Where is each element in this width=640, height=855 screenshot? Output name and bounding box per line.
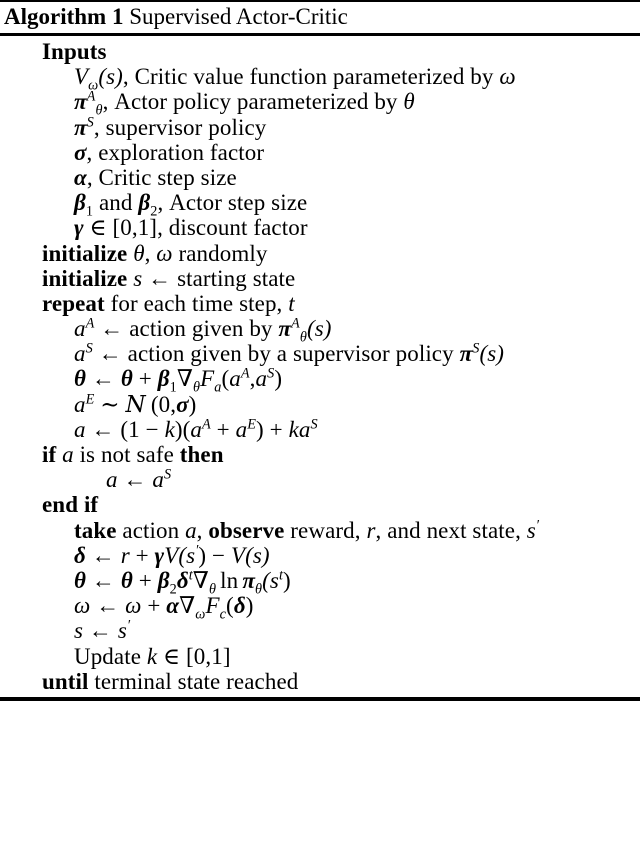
- line-safe-fallback: a ← aS: [106, 466, 172, 493]
- line-action-mix: a ← (1 − k)(aA + aE) + kaS: [74, 416, 318, 442]
- line-input-beta: β1 and β2, Actor step size: [74, 190, 308, 220]
- line-end-if: end if: [42, 492, 99, 518]
- line-until: until terminal state reached: [42, 668, 299, 694]
- line-td-error: δ ← r + γV(s′) − V(s): [74, 542, 270, 568]
- line-omega-update: ω ← ω + α∇ωFc(δ): [74, 593, 254, 623]
- line-input-gamma: γ ∈ [0,1], discount factor: [74, 215, 308, 241]
- line-actor-action: aA ← action given by πAθ(s): [74, 315, 332, 346]
- line-exploration-noise: aE ∼ N (0,σ): [74, 390, 197, 418]
- line-inputs-header: Inputs: [42, 39, 107, 64]
- algorithm-name: Supervised Actor-Critic: [129, 4, 348, 29]
- line-theta-update-actor: θ ← θ + β1∇θFa(aA,aS): [74, 365, 283, 397]
- line-input-alpha: α, Critic step size: [74, 164, 237, 190]
- line-input-actor: πAθ, Actor policy parameterized by θ: [74, 88, 415, 119]
- line-input-critic: Vω(s), Critic value function parameteriz…: [74, 64, 516, 94]
- algorithm-number: Algorithm 1: [4, 4, 124, 29]
- line-input-sigma: σ, exploration factor: [74, 139, 265, 165]
- line-initialize-state: initialize s ← starting state: [42, 265, 296, 291]
- line-if-not-safe: if a is not safe then: [42, 442, 224, 467]
- line-repeat: repeat for each time step, t: [42, 290, 295, 316]
- line-state-advance: s ← s′: [74, 617, 131, 644]
- line-supervisor-action: aS ← action given by a supervisor policy…: [74, 340, 505, 367]
- algorithm-title: Algorithm 1 Supervised Actor-Critic: [0, 2, 640, 33]
- algorithm-block: Algorithm 1 Supervised Actor-Critic Inpu…: [0, 0, 640, 701]
- line-update-k: Update k ∈ [0,1]: [74, 643, 231, 669]
- line-initialize-params: initialize θ, ω randomly: [42, 240, 268, 266]
- line-take-action: take action a, observe reward, r, and ne…: [74, 516, 540, 543]
- line-theta-update-policy-gradient: θ ← θ + β2δt∇θ ln πθ(st): [74, 567, 291, 598]
- bottom-rule: [0, 696, 640, 701]
- line-input-supervisor: πS, supervisor policy: [74, 113, 267, 140]
- algorithm-body: Inputs Vω(s), Critic value function para…: [0, 36, 640, 694]
- script-n-symbol: N: [125, 391, 146, 418]
